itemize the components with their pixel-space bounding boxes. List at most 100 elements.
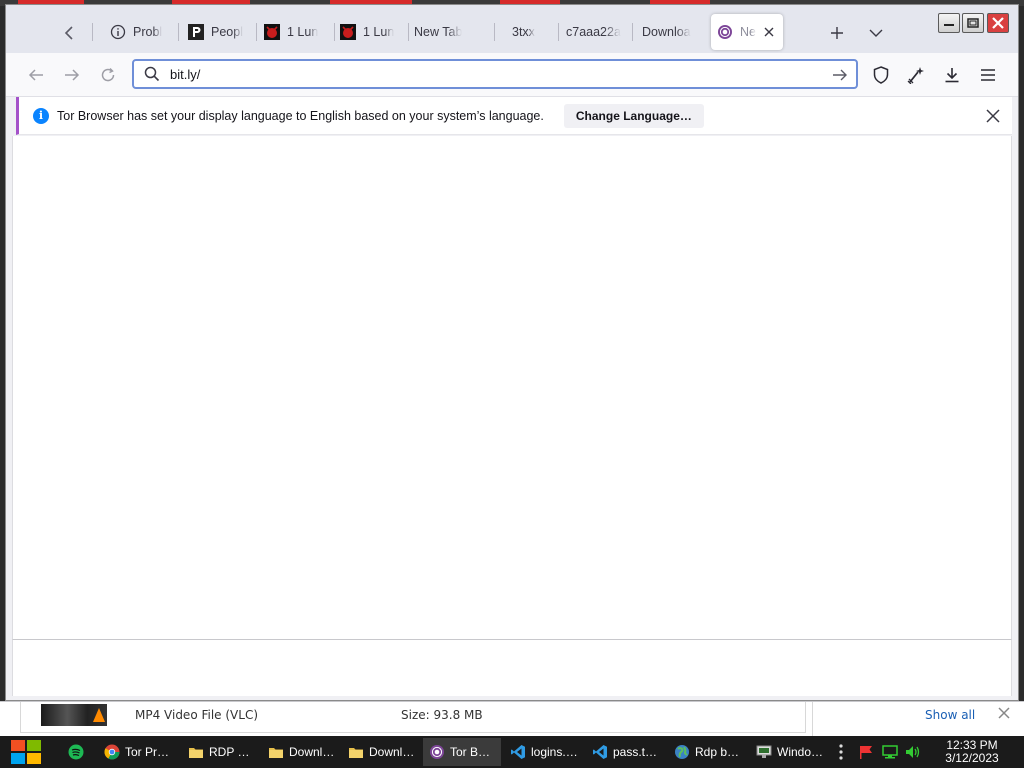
search-icon: [144, 66, 160, 82]
action-center-flag-icon[interactable]: [858, 745, 874, 759]
tor-onion-icon: [717, 24, 733, 40]
maximize-window-button[interactable]: [962, 13, 984, 33]
taskbar-item-label: Rdp b…: [695, 745, 740, 759]
tab-label: c7aaa22a: [566, 25, 621, 39]
tab-separator: [632, 23, 633, 41]
close-icon: [764, 27, 774, 37]
globe-icon: [675, 745, 689, 759]
close-icon: [986, 109, 1000, 123]
vscode-icon: [511, 745, 525, 759]
back-button[interactable]: [22, 61, 50, 89]
tor-browser-window: Probl Peopl 1 Lun 1 Lun New Tab 3txx c7a…: [5, 4, 1019, 701]
red-devil-icon: [340, 24, 356, 40]
taskbar-vscode-logins[interactable]: logins.…: [504, 738, 584, 766]
system-clock[interactable]: 12:33 PM 3/12/2023: [930, 739, 1014, 765]
url-bar[interactable]: [132, 59, 858, 89]
downloads-button[interactable]: [938, 61, 966, 89]
new-identity-button[interactable]: [902, 61, 930, 89]
p-logo-icon: [188, 24, 204, 40]
broom-sparkle-icon: [907, 67, 924, 84]
clock-date: 3/12/2023: [945, 751, 999, 765]
tab-label: 1 Lun: [287, 25, 319, 39]
taskbar-chrome-tor-pr[interactable]: Tor Pr…: [98, 738, 178, 766]
tab-downloads[interactable]: Downloa: [636, 14, 708, 50]
security-level-button[interactable]: [867, 61, 895, 89]
page-content-area[interactable]: [12, 136, 1012, 639]
taskbar-folder-downloads-1[interactable]: Downl…: [262, 738, 340, 766]
download-bar: MP4 Video File (VLC) Size: 93.8 MB Show …: [0, 701, 1024, 736]
tab-separator: [178, 23, 179, 41]
windows-taskbar: Tor Pr… RDP … Downl… Downl… Tor B… login…: [0, 736, 1024, 768]
minimize-icon: [944, 24, 954, 26]
tray-overflow-button[interactable]: [838, 743, 844, 761]
tab-problem[interactable]: Probl: [104, 14, 174, 50]
monitor-icon: [756, 745, 772, 758]
vscode-icon: [593, 745, 607, 759]
taskbar-item-label: Tor B…: [450, 745, 491, 759]
video-thumbnail: [41, 704, 107, 726]
reload-button[interactable]: [94, 61, 122, 89]
chevron-left-icon: [64, 26, 73, 40]
tab-label: New Tab: [414, 25, 463, 39]
tab-new-tab[interactable]: New Tab: [408, 14, 492, 50]
windows-logo-icon: [11, 740, 41, 764]
download-bar-divider: [812, 702, 813, 736]
url-input[interactable]: [170, 66, 810, 82]
folder-icon: [269, 748, 283, 758]
start-button[interactable]: [8, 738, 44, 766]
download-item[interactable]: MP4 Video File (VLC) Size: 93.8 MB: [20, 702, 806, 733]
network-icon[interactable]: [882, 745, 898, 759]
tab-separator: [256, 23, 257, 41]
close-notification-button[interactable]: [984, 107, 1002, 125]
close-tab-button[interactable]: [764, 24, 774, 40]
plus-icon: [831, 27, 843, 39]
tab-c7aaa22a[interactable]: c7aaa22a: [560, 14, 630, 50]
list-all-tabs-button[interactable]: [861, 18, 891, 48]
taskbar-folder-rdp[interactable]: RDP …: [182, 738, 260, 766]
tab-strip: Probl Peopl 1 Lun 1 Lun New Tab 3txx c7a…: [6, 5, 1018, 53]
taskbar-spotify[interactable]: [62, 738, 92, 766]
tab-label: Downloa: [642, 25, 691, 39]
tor-onion-icon: [430, 745, 444, 759]
show-all-downloads-link[interactable]: Show all: [925, 708, 975, 722]
taskbar-item-label: Tor Pr…: [125, 745, 170, 759]
tab-lun-1[interactable]: 1 Lun: [258, 14, 332, 50]
vlc-cone-icon: [93, 708, 105, 722]
taskbar-tor-browser[interactable]: Tor B…: [423, 738, 501, 766]
tab-label: Probl: [133, 25, 163, 39]
taskbar-item-label: RDP …: [209, 745, 250, 759]
go-button[interactable]: [830, 65, 850, 85]
taskbar-vscode-pass[interactable]: pass.t…: [586, 738, 666, 766]
close-download-bar-button[interactable]: [998, 706, 1010, 724]
maximize-icon: [967, 18, 979, 28]
tab-lun-2[interactable]: 1 Lun: [334, 14, 406, 50]
tab-new-active[interactable]: Ne: [711, 14, 783, 50]
arrow-right-icon: [65, 69, 80, 81]
new-tab-button[interactable]: [822, 18, 852, 48]
tab-people[interactable]: Peopl: [182, 14, 252, 50]
close-icon: [998, 707, 1010, 719]
scroll-tabs-left-button[interactable]: [54, 19, 84, 47]
vertical-dots-icon: [839, 744, 843, 760]
reload-icon: [101, 67, 115, 82]
taskbar-windows-app[interactable]: Windo…: [750, 738, 830, 766]
change-language-button[interactable]: Change Language…: [563, 103, 704, 128]
close-window-button[interactable]: [987, 13, 1009, 33]
download-icon: [945, 68, 959, 83]
spotify-icon: [68, 744, 84, 760]
forward-button[interactable]: [58, 61, 86, 89]
minimize-window-button[interactable]: [938, 13, 960, 33]
volume-icon[interactable]: [905, 745, 921, 759]
arrow-left-icon: [28, 69, 43, 81]
folder-icon: [349, 748, 363, 758]
navigation-toolbar: [6, 53, 1018, 97]
taskbar-item-label: Downl…: [369, 745, 415, 759]
arrow-right-icon: [833, 69, 847, 81]
tab-3txx[interactable]: 3txx: [506, 14, 556, 50]
folder-icon: [189, 748, 203, 758]
chevron-down-icon: [869, 29, 883, 37]
chrome-icon: [104, 744, 120, 760]
taskbar-folder-downloads-2[interactable]: Downl…: [342, 738, 420, 766]
taskbar-rdp-browser[interactable]: Rdp b…: [668, 738, 746, 766]
app-menu-button[interactable]: [974, 61, 1002, 89]
